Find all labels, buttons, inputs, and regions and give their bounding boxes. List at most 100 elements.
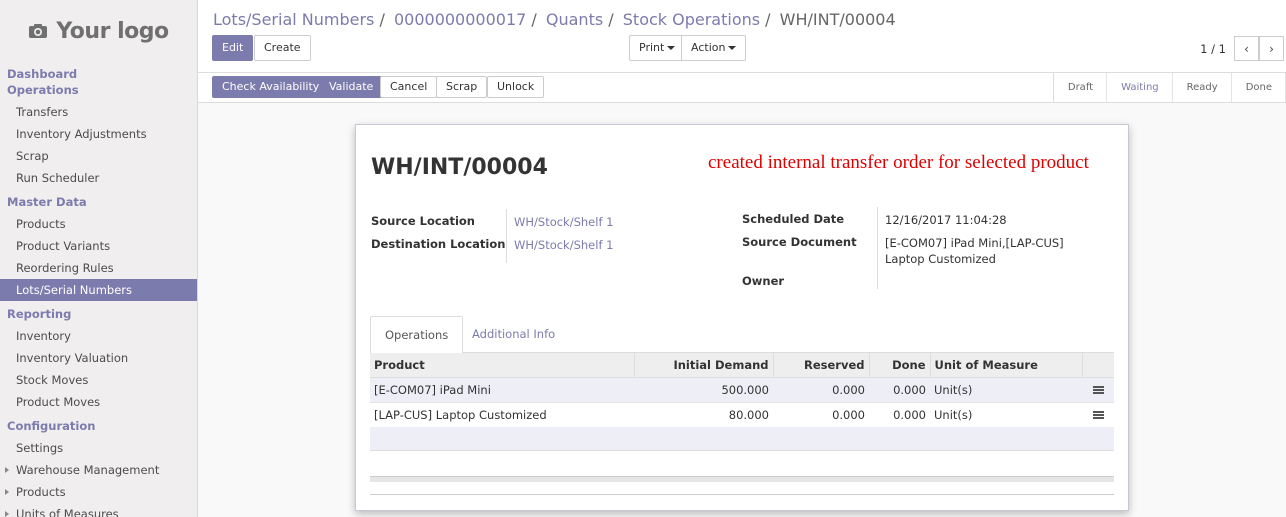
column-header-done[interactable]: Done — [869, 353, 931, 378]
breadcrumb-separator: / — [374, 10, 385, 29]
column-header-reserved[interactable]: Reserved — [773, 353, 870, 378]
create-button[interactable]: Create — [254, 35, 311, 61]
list-icon[interactable] — [1092, 410, 1104, 419]
cancel-button[interactable]: Cancel — [380, 76, 438, 98]
table-footer-line — [370, 494, 1114, 495]
sidebar-section-reporting: Reporting — [7, 307, 72, 321]
table-footer-bar — [370, 476, 1114, 482]
camera-icon — [29, 24, 48, 38]
cell-detail[interactable] — [1082, 377, 1114, 403]
cell-unit-of-measure[interactable]: Unit(s) — [930, 402, 1082, 428]
sidebar-item-warehouse-management[interactable]: Warehouse Management — [0, 459, 197, 481]
sidebar-item-transfers[interactable]: Transfers — [0, 101, 197, 123]
breadcrumb-separator: / — [603, 10, 614, 29]
operations-table: Product Initial Demand Reserved Done Uni… — [370, 353, 1114, 428]
pager-value: 1 / 1 — [1200, 42, 1226, 56]
form-sheet: WH/INT/00004 created internal transfer o… — [355, 124, 1129, 511]
destination-location-label: Destination Location — [371, 237, 506, 251]
sidebar-item-inventory-valuation[interactable]: Inventory Valuation — [0, 347, 197, 369]
validate-button[interactable]: Validate — [319, 76, 384, 98]
scheduled-date-label: Scheduled Date — [742, 212, 845, 226]
sidebar-item-scrap[interactable]: Scrap — [0, 145, 197, 167]
check-availability-button[interactable]: Check Availability — [212, 76, 330, 98]
breadcrumb-stock-operations[interactable]: Stock Operations — [623, 10, 760, 29]
sidebar-item-product-moves[interactable]: Product Moves — [0, 391, 197, 413]
table-row[interactable]: [E-COM07] iPad Mini 500.000 0.000 0.000 … — [370, 377, 1114, 403]
cell-product[interactable]: [LAP-CUS] Laptop Customized — [370, 402, 634, 428]
status-stages: Draft Waiting Ready Done — [1052, 73, 1286, 102]
pager-next-button[interactable]: › — [1259, 36, 1284, 61]
sidebar-item-config-products[interactable]: Products — [0, 481, 197, 503]
caret-down-icon — [728, 46, 737, 50]
sidebar-item-reordering-rules[interactable]: Reordering Rules — [0, 257, 197, 279]
annotation-note: created internal transfer order for sele… — [708, 152, 1089, 173]
stage-done[interactable]: Done — [1232, 73, 1286, 102]
source-document-line-2[interactable]: Laptop Customized — [885, 252, 996, 266]
scheduled-date-field[interactable]: 12/16/2017 11:04:28 — [885, 213, 1007, 227]
breadcrumb-separator: / — [526, 10, 537, 29]
action-label: Action — [691, 41, 726, 54]
tab-additional-info[interactable]: Additional Info — [458, 316, 569, 353]
breadcrumb: Lots/Serial Numbers / 0000000000017 / Qu… — [213, 10, 896, 29]
sidebar-item-product-variants[interactable]: Product Variants — [0, 235, 197, 257]
sidebar-item-units-of-measures[interactable]: Units of Measures — [0, 503, 197, 517]
sidebar-item-lots-serial-numbers[interactable]: Lots/Serial Numbers — [0, 279, 197, 301]
caret-down-icon — [667, 46, 676, 50]
sidebar-item-settings[interactable]: Settings — [0, 437, 197, 459]
cell-product[interactable]: [E-COM07] iPad Mini — [370, 377, 634, 403]
table-row[interactable]: [LAP-CUS] Laptop Customized 80.000 0.000… — [370, 402, 1114, 428]
tab-operations[interactable]: Operations — [370, 316, 464, 354]
action-button[interactable]: Action — [681, 35, 747, 61]
cell-reserved[interactable]: 0.000 — [773, 377, 869, 403]
cell-initial-demand[interactable]: 500.000 — [634, 377, 773, 403]
chevron-left-icon: ‹ — [1244, 41, 1249, 56]
column-header-actions — [1082, 353, 1114, 378]
breadcrumb-lots-serial-numbers[interactable]: Lots/Serial Numbers — [213, 10, 374, 29]
stage-waiting[interactable]: Waiting — [1107, 73, 1173, 102]
logo-text: Your logo — [56, 18, 169, 44]
table-empty-row — [370, 427, 1114, 451]
notebook-tabs: Operations Additional Info — [370, 316, 1114, 354]
sidebar-section-dashboard[interactable]: Dashboard — [0, 66, 197, 82]
sidebar-item-run-scheduler[interactable]: Run Scheduler — [0, 167, 197, 189]
sidebar-section-master-data: Master Data — [7, 195, 87, 209]
unlock-button[interactable]: Unlock — [487, 76, 545, 98]
pager-previous-button[interactable]: ‹ — [1234, 36, 1259, 61]
scrap-button[interactable]: Scrap — [436, 76, 488, 98]
breadcrumb-separator: / — [760, 10, 771, 29]
stage-draft[interactable]: Draft — [1054, 73, 1108, 102]
destination-location-field[interactable]: WH/Stock/Shelf 1 — [514, 238, 613, 252]
cell-detail[interactable] — [1082, 402, 1114, 428]
field-divider — [877, 207, 878, 289]
stage-ready[interactable]: Ready — [1173, 73, 1232, 102]
sidebar-item-products[interactable]: Products — [0, 213, 197, 235]
record-title: WH/INT/00004 — [371, 155, 548, 180]
sidebar-item-inventory[interactable]: Inventory — [0, 325, 197, 347]
chevron-right-icon: › — [1269, 41, 1274, 56]
source-location-field[interactable]: WH/Stock/Shelf 1 — [514, 215, 613, 229]
sidebar-section-operations: Operations — [7, 83, 79, 97]
edit-button[interactable]: Edit — [212, 35, 254, 61]
cell-done[interactable]: 0.000 — [869, 402, 930, 428]
source-document-label: Source Document — [742, 235, 857, 249]
sidebar-section-configuration: Configuration — [7, 419, 96, 433]
sidebar-item-inventory-adjustments[interactable]: Inventory Adjustments — [0, 123, 197, 145]
cell-reserved[interactable]: 0.000 — [773, 402, 869, 428]
breadcrumb-quants[interactable]: Quants — [546, 10, 603, 29]
source-document-line-1[interactable]: [E-COM07] iPad Mini,[LAP-CUS] — [885, 236, 1064, 250]
cell-unit-of-measure[interactable]: Unit(s) — [930, 377, 1082, 403]
cell-done[interactable]: 0.000 — [869, 377, 930, 403]
source-location-label: Source Location — [371, 214, 475, 228]
column-header-unit-of-measure[interactable]: Unit of Measure — [930, 353, 1083, 378]
column-header-initial-demand[interactable]: Initial Demand — [634, 353, 774, 378]
list-icon[interactable] — [1092, 385, 1104, 394]
logo[interactable]: Your logo — [0, 0, 197, 62]
breadcrumb-current: WH/INT/00004 — [779, 10, 896, 29]
field-divider — [506, 209, 507, 263]
sidebar: Your logo Dashboard Operations Transfers… — [0, 0, 198, 517]
sidebar-item-stock-moves[interactable]: Stock Moves — [0, 369, 197, 391]
column-header-product[interactable]: Product — [370, 353, 635, 378]
cell-initial-demand[interactable]: 80.000 — [634, 402, 773, 428]
print-button[interactable]: Print — [629, 35, 686, 61]
breadcrumb-lot[interactable]: 0000000000017 — [394, 10, 526, 29]
